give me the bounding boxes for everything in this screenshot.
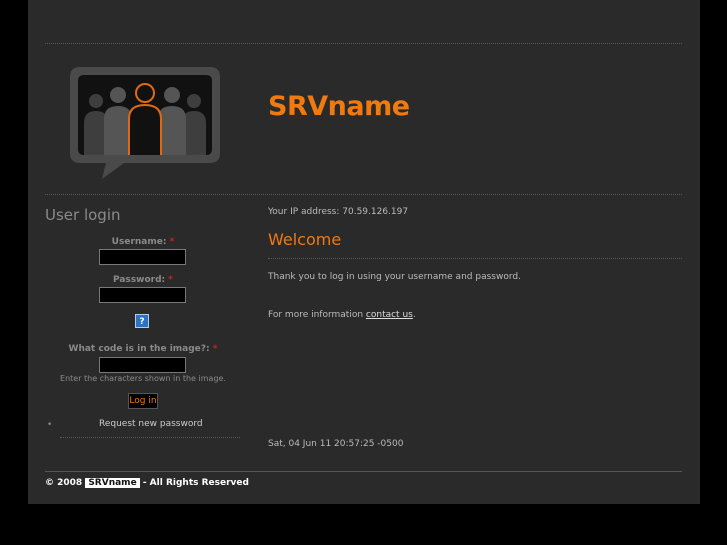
footer-rights: - All Rights Reserved: [142, 478, 249, 488]
crowd-speech-bubble-icon: [70, 67, 220, 179]
username-field[interactable]: [99, 249, 186, 265]
login-button[interactable]: Log in: [128, 393, 158, 409]
section-divider: [45, 194, 682, 195]
footer-divider: [45, 471, 682, 472]
header-divider: [45, 43, 682, 44]
more-info-text: For more information contact us.: [268, 310, 416, 320]
sidebar-divider: [60, 437, 240, 438]
page-container: SRVname User login Username: * Password:…: [28, 0, 700, 504]
sidebar-title: User login: [45, 206, 121, 224]
site-name[interactable]: SRVname: [268, 91, 410, 122]
username-label-text: Username:: [111, 237, 167, 247]
required-mark: *: [168, 275, 173, 285]
footer-brand: SRVname: [85, 478, 140, 488]
required-mark: *: [169, 237, 175, 247]
footer: © 2008 SRVname - All Rights Reserved: [45, 478, 249, 488]
list-bullet: •: [47, 420, 53, 430]
welcome-title: Welcome: [268, 230, 342, 249]
more-info-prefix: For more information: [268, 310, 366, 320]
thank-you-text: Thank you to log in using your username …: [268, 272, 521, 282]
help-icon[interactable]: ?: [135, 314, 149, 328]
captcha-label: What code is in the image?: *: [28, 344, 258, 354]
captcha-description: Enter the characters shown in the image.: [60, 374, 226, 383]
footer-copyright: © 2008: [45, 478, 83, 488]
contact-us-link[interactable]: contact us: [366, 310, 413, 320]
required-mark: *: [212, 344, 218, 354]
captcha-label-text: What code is in the image?:: [68, 344, 210, 354]
password-label-text: Password:: [113, 275, 166, 285]
timestamp: Sat, 04 Jun 11 20:57:25 -0500: [268, 439, 404, 449]
more-info-suffix: .: [412, 310, 416, 320]
ip-address-text: Your IP address: 70.59.126.197: [268, 207, 409, 217]
password-field[interactable]: [99, 287, 186, 303]
username-label: Username: *: [28, 237, 258, 247]
request-new-password-link[interactable]: Request new password: [99, 419, 203, 429]
welcome-divider: [268, 258, 682, 259]
captcha-field[interactable]: [99, 357, 186, 373]
password-label: Password: *: [28, 275, 258, 285]
